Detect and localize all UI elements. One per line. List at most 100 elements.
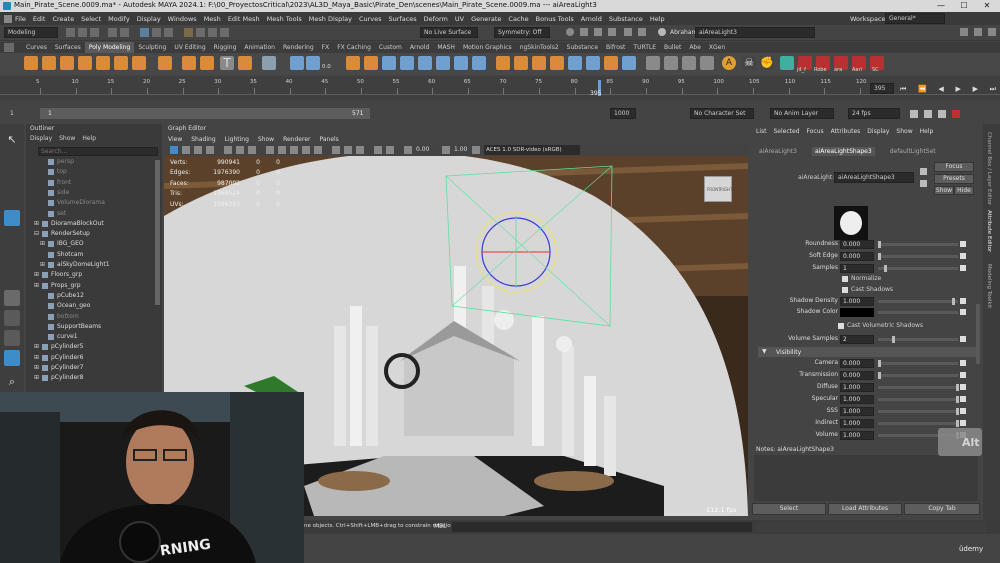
shelf-tab-rendering[interactable]: Rendering [279,42,318,53]
resolution-gate-icon[interactable] [248,146,256,154]
shelf-menu-icon[interactable] [4,43,14,52]
attr-tab-aiarealightshape3[interactable]: aiAreaLightShape3 [811,147,875,156]
color-management-icon[interactable] [472,146,480,154]
scale-tool-icon[interactable] [4,230,20,246]
poly-plane-icon[interactable] [114,56,128,70]
view-cube-front[interactable]: FRONT [707,187,721,192]
shelf-tab-ngskintools2[interactable]: ngSkinTools2 [516,42,563,53]
attr-menu-show[interactable]: Show [896,128,912,135]
extrude-icon[interactable] [400,56,414,70]
attribute-slider[interactable] [878,265,958,272]
outliner-item[interactable]: front [26,178,154,188]
persp-graph-layout-icon[interactable] [4,350,20,366]
move-tool-icon[interactable] [4,192,20,208]
attribute-slider[interactable] [878,360,958,367]
snap-curve-icon[interactable] [196,28,205,37]
paint-select-tool-icon[interactable] [4,172,20,188]
planar-map-icon[interactable] [622,56,636,70]
record-icon[interactable] [952,110,960,118]
collapse-arrow-icon[interactable]: ▼ [762,348,767,355]
attribute-value-field[interactable]: 1.000 [840,419,874,428]
user-avatar-icon[interactable] [658,28,666,36]
quad-draw-icon[interactable] [532,56,546,70]
shelf-tab-uv-editing[interactable]: UV Editing [170,42,209,53]
target-weld-icon[interactable] [496,56,510,70]
multi-cut-icon[interactable] [472,56,486,70]
outliner-scrollbar[interactable] [155,160,160,305]
freeze-transform-icon[interactable] [568,56,582,70]
menu-item-file[interactable]: File [15,15,26,23]
outliner-item[interactable]: ⊞ pCylinder8 [26,373,154,383]
sweep-mesh-icon[interactable] [200,56,214,70]
menu-item-create[interactable]: Create [52,15,74,23]
poly-cylinder-icon[interactable] [60,56,74,70]
bridge-icon[interactable] [418,56,432,70]
rotate-tool-icon[interactable] [4,210,20,226]
custom-tool-4-icon[interactable] [700,56,714,70]
mirror-icon[interactable] [382,56,396,70]
viewport-menu-panels[interactable]: Panels [319,136,338,143]
use-lights-icon[interactable] [302,146,310,154]
outliner-item[interactable]: set [26,209,154,219]
maximize-button[interactable]: ☐ [953,0,975,12]
attribute-editor-toggle-icon[interactable] [988,28,996,36]
custom-tool-2-icon[interactable] [664,56,678,70]
shelf-tab-fx-caching[interactable]: FX Caching [333,42,375,53]
shelf-tab-turtle[interactable]: TURTLE [629,42,660,53]
outliner-item[interactable]: ⊟ RenderSetup [26,229,154,239]
shadow-density-value[interactable]: 1.000 [840,297,874,306]
lasso-tool-icon[interactable] [4,152,20,168]
attribute-slider-knob[interactable] [956,408,959,415]
attribute-key-icon[interactable] [960,408,966,414]
channel-box-tab[interactable]: Channel Box / Layer Editor [986,132,992,205]
outliner-menu-help[interactable]: Help [82,135,96,142]
shelf-tab-custom[interactable]: Custom [375,42,406,53]
expand-toggle-icon[interactable]: ⊞ [34,363,39,373]
view-cube-right[interactable]: RIGHT [720,187,733,192]
outliner-menu-display[interactable]: Display [30,135,52,142]
attribute-value-field[interactable]: 0.000 [840,359,874,368]
custom-tool-1-icon[interactable] [646,56,660,70]
shelf-tab-arnold[interactable]: Arnold [406,42,433,53]
four-view-icon[interactable] [4,310,20,326]
attr-menu-help[interactable]: Help [920,128,934,135]
live-surface-field[interactable]: No Live Surface [420,27,478,38]
attribute-scrollbar[interactable] [976,304,980,364]
attribute-value-field[interactable]: 1.000 [840,383,874,392]
shelf-tab-abe[interactable]: Abe [685,42,705,53]
attribute-slider-knob[interactable] [878,372,881,379]
view-cube[interactable]: FRONT RIGHT [704,176,733,202]
attribute-value-field[interactable]: 0.000 [840,252,874,261]
volume-samples-value[interactable]: 2 [840,335,874,344]
shelf-tab-xgen[interactable]: XGen [705,42,729,53]
snap-point-icon[interactable] [208,28,217,37]
outliner-item[interactable]: bottom [26,312,154,322]
attribute-value-field[interactable]: 1.000 [840,407,874,416]
menu-item-deform[interactable]: Deform [424,15,448,23]
textured-icon[interactable] [290,146,298,154]
outliner-item[interactable]: VolumeDiorama [26,198,154,208]
anim-prefs-icon[interactable] [938,110,946,118]
attribute-key-icon[interactable] [960,360,966,366]
go-end-icon[interactable]: ⏭ [990,85,996,94]
load-attributes-button[interactable]: Load Attributes [828,503,902,515]
skull-icon[interactable]: ☠ [742,56,756,70]
attribute-key-icon[interactable] [960,241,966,247]
presets-button[interactable]: Presets [934,174,974,184]
attr-menu-list[interactable]: List [756,128,767,135]
volume-samples-slider[interactable] [878,336,958,343]
cast-volumetric-shadows-checkbox[interactable] [838,323,844,329]
shelf-tab-curves[interactable]: Curves [22,42,51,53]
snap-view-plane-icon[interactable] [220,28,229,37]
visibility-section-header[interactable]: ▼ Visibility [758,347,978,357]
menu-item-modify[interactable]: Modify [108,15,130,23]
soccer-ball-icon[interactable] [158,56,172,70]
ipr-render-icon[interactable] [580,28,588,36]
modeling-toolkit-tab[interactable]: Modeling Toolkit [986,264,992,308]
wireframe-icon[interactable] [266,146,274,154]
current-frame-field[interactable]: 395 [870,83,894,94]
shelf-tab-sculpting[interactable]: Sculpting [134,42,170,53]
anim-layer-select[interactable]: No Anim Layer [770,108,834,119]
film-gate-icon[interactable] [236,146,244,154]
type-tool-icon[interactable]: T [220,56,234,70]
